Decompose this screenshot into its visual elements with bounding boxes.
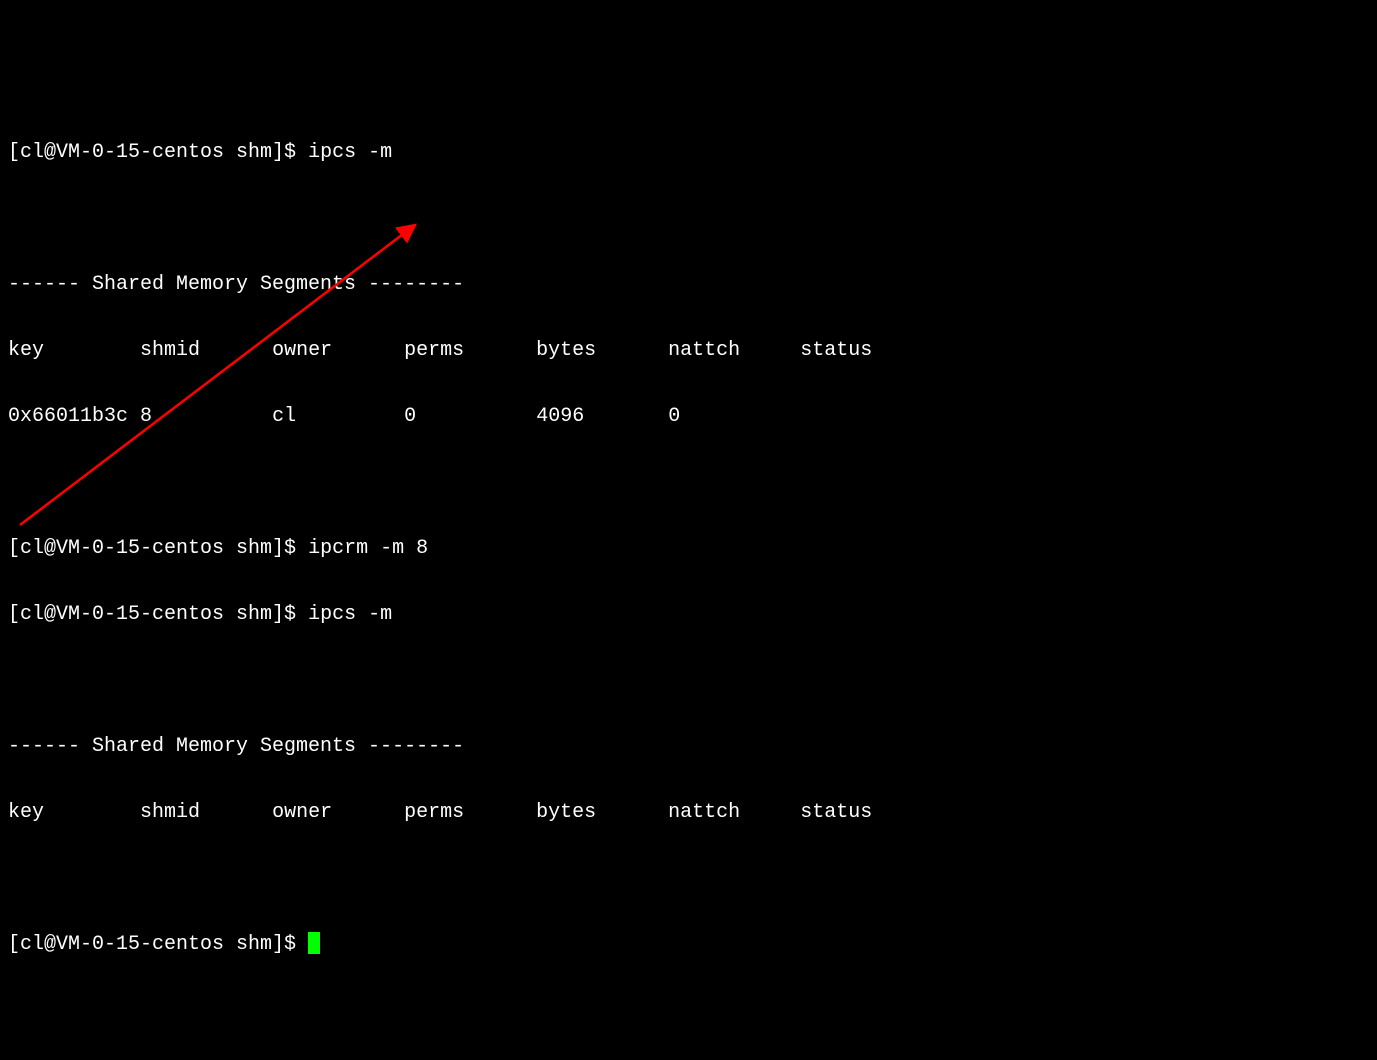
cell-perms: 0: [404, 405, 416, 428]
cell-nattch: 0: [668, 405, 680, 428]
prompt-line-2: [cl@VM-0-15-centos shm]$ ipcrm -m 8: [8, 532, 1369, 565]
blank-line: [8, 466, 1369, 499]
prompt: [cl@VM-0-15-centos shm]$: [8, 603, 308, 626]
col-perms: perms: [404, 801, 464, 824]
blank-line: [8, 202, 1369, 235]
col-perms: perms: [404, 339, 464, 362]
col-owner: owner: [272, 339, 332, 362]
prompt: [cl@VM-0-15-centos shm]$: [8, 933, 308, 956]
table-row: 0x66011b3c 8 cl 0 4096 0: [8, 400, 1369, 433]
cell-shmid: 8: [140, 405, 152, 428]
prompt-line-3: [cl@VM-0-15-centos shm]$ ipcs -m: [8, 598, 1369, 631]
col-nattch: nattch: [668, 339, 740, 362]
col-bytes: bytes: [536, 339, 596, 362]
col-key: key: [8, 801, 44, 824]
col-shmid: shmid: [140, 801, 200, 824]
cell-key: 0x66011b3c: [8, 405, 128, 428]
command-input-3[interactable]: ipcs -m: [308, 603, 392, 626]
col-status: status: [800, 339, 872, 362]
command-input-1[interactable]: ipcs -m: [308, 141, 392, 164]
prompt-line-4: [cl@VM-0-15-centos shm]$: [8, 928, 1369, 961]
col-nattch: nattch: [668, 801, 740, 824]
blank-line: [8, 664, 1369, 697]
section-header-1: ------ Shared Memory Segments --------: [8, 268, 1369, 301]
blank-line: [8, 862, 1369, 895]
section-header-2: ------ Shared Memory Segments --------: [8, 730, 1369, 763]
col-shmid: shmid: [140, 339, 200, 362]
command-input-2[interactable]: ipcrm -m 8: [308, 537, 428, 560]
cell-owner: cl: [272, 405, 296, 428]
table-header-row-2: key shmid owner perms bytes nattch statu…: [8, 796, 1369, 829]
col-owner: owner: [272, 801, 332, 824]
terminal-cursor[interactable]: [308, 932, 320, 954]
prompt-line-1: [cl@VM-0-15-centos shm]$ ipcs -m: [8, 136, 1369, 169]
annotation-arrow-icon: [0, 0, 1377, 530]
col-status: status: [800, 801, 872, 824]
col-bytes: bytes: [536, 801, 596, 824]
prompt: [cl@VM-0-15-centos shm]$: [8, 141, 308, 164]
cell-bytes: 4096: [536, 405, 584, 428]
prompt: [cl@VM-0-15-centos shm]$: [8, 537, 308, 560]
col-key: key: [8, 339, 44, 362]
table-header-row-1: key shmid owner perms bytes nattch statu…: [8, 334, 1369, 367]
